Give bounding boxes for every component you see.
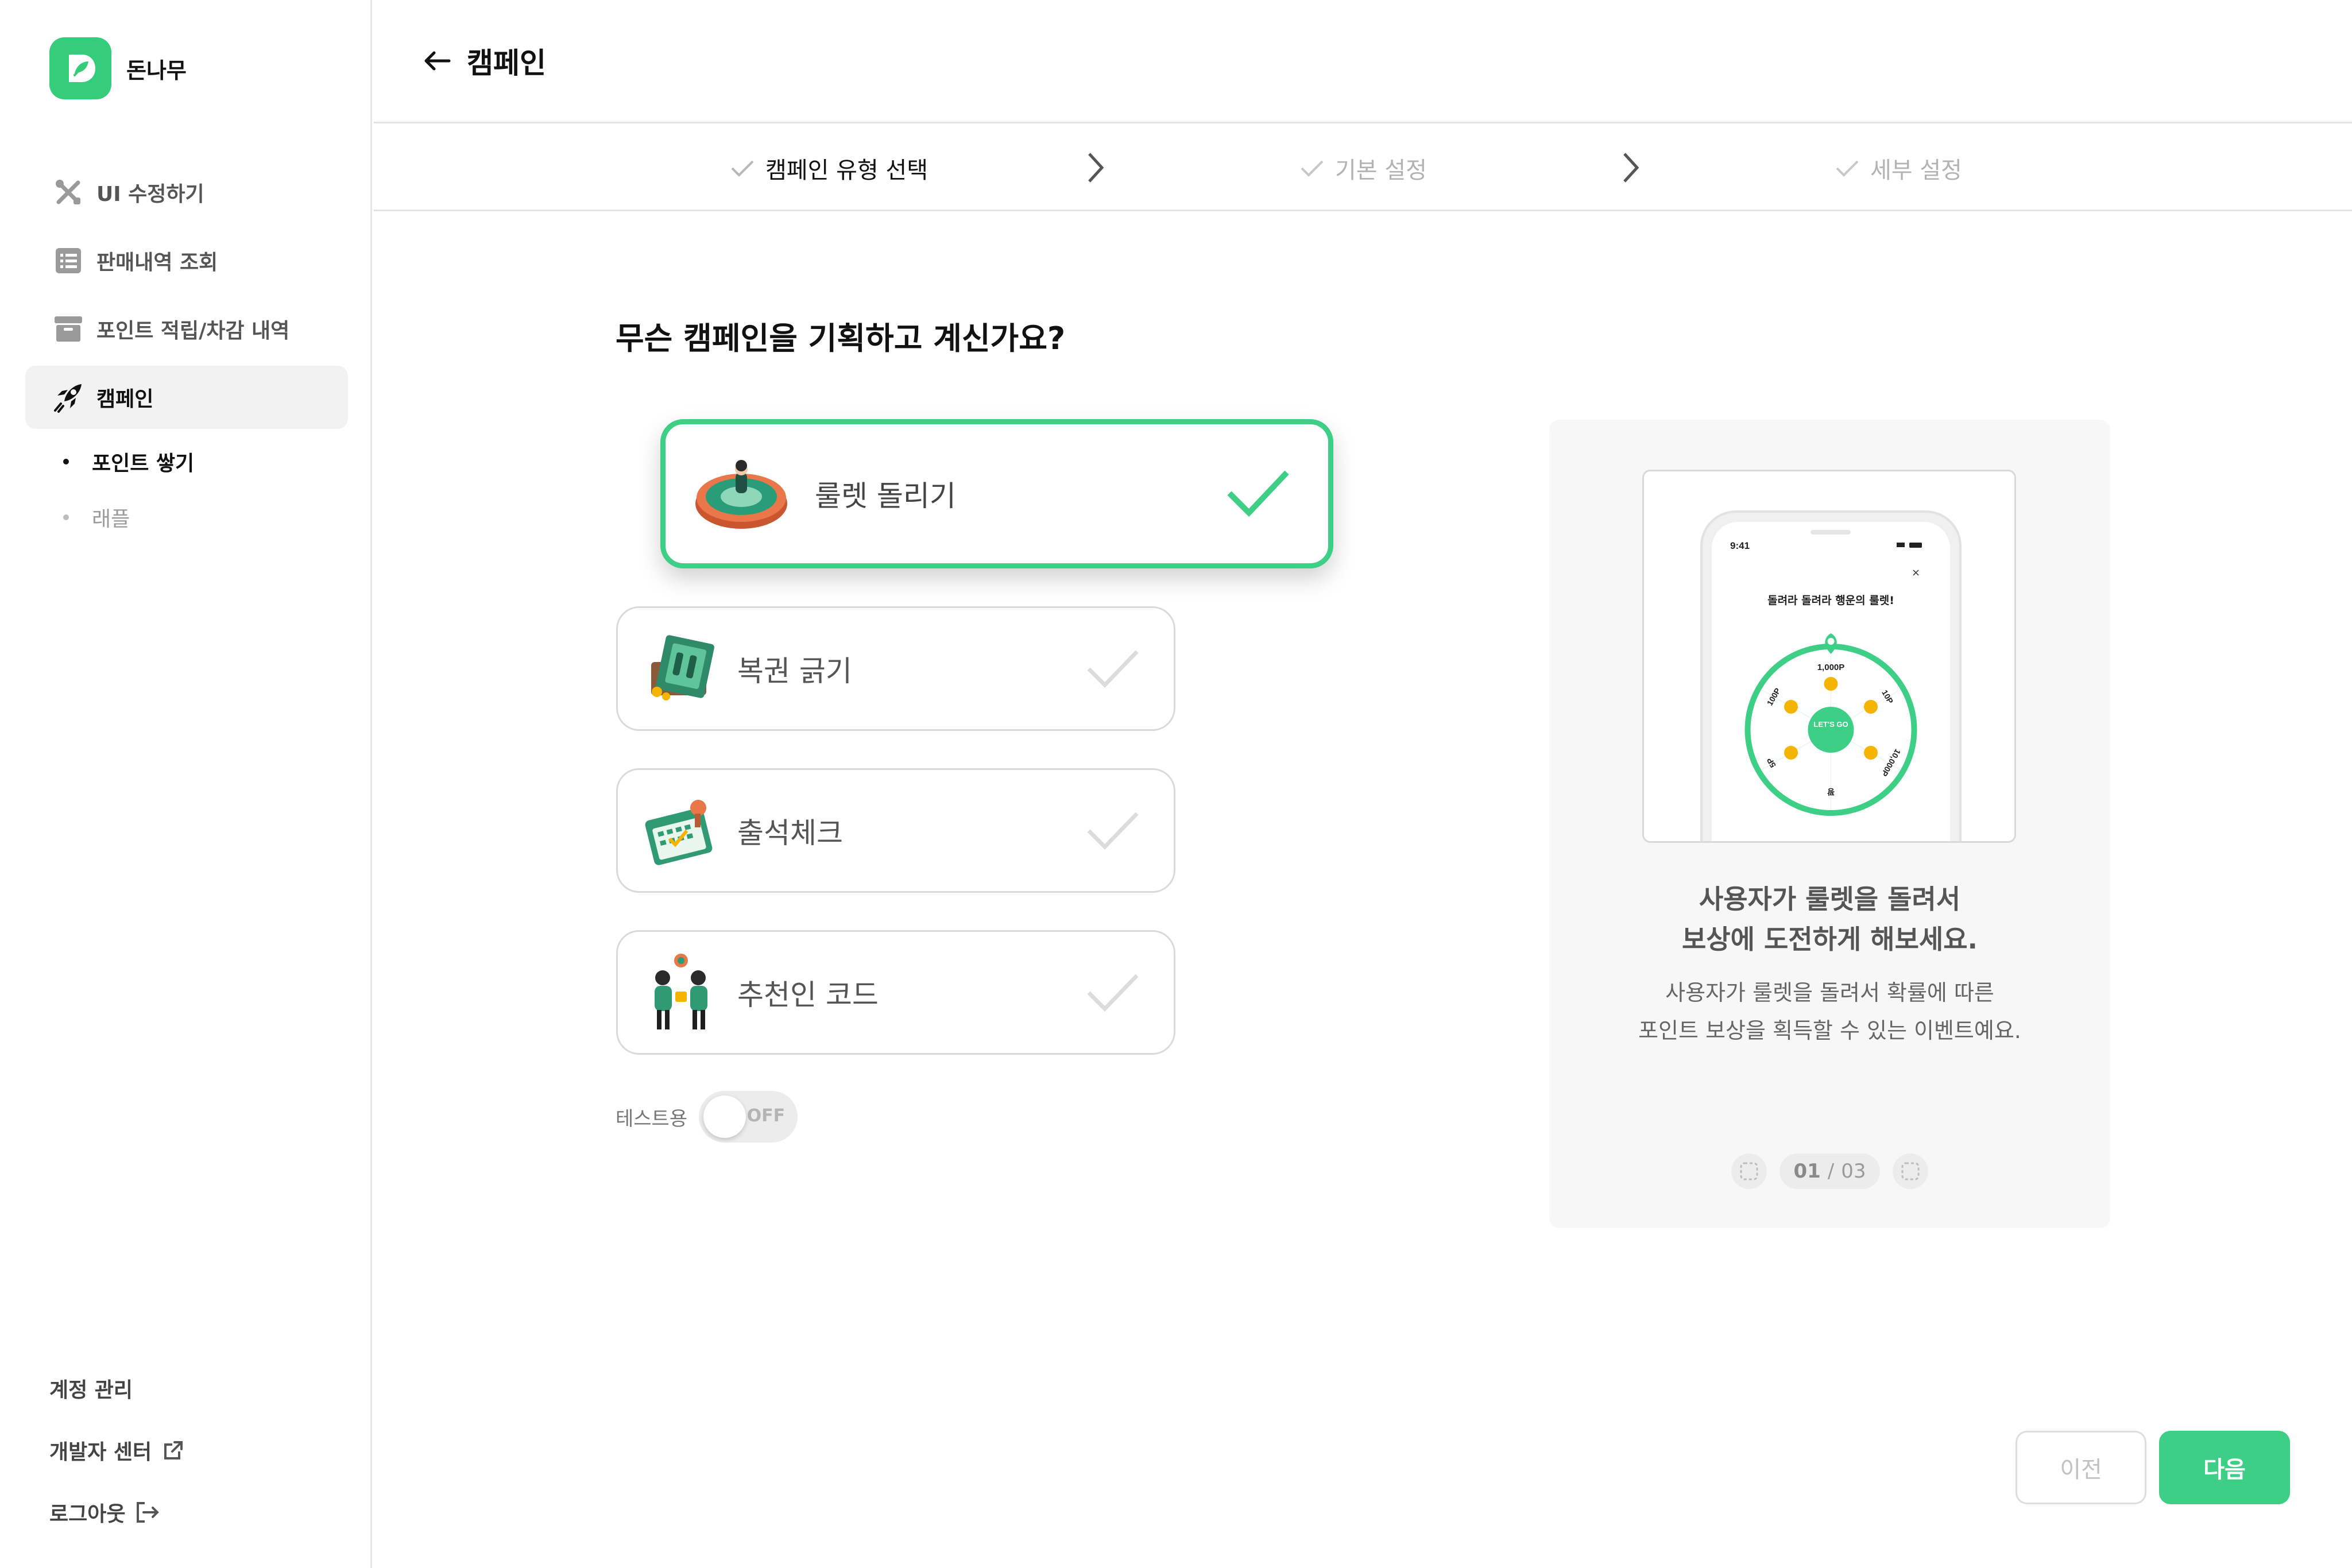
option-attendance[interactable]: 출석체크 [616,768,1175,893]
pager-current: 01 [1793,1160,1821,1183]
option-label: 룰렛 돌리기 [815,479,956,513]
sidebar-item-ui-edit[interactable]: UI 수정하기 [25,161,348,224]
segment-label: 1,000P [1817,663,1845,672]
logout-icon [137,1502,160,1523]
toggle-state: OFF [746,1106,786,1126]
check-icon [1836,160,1859,177]
preview-pager: 01 / 03 [1549,1153,2110,1189]
page-title: 캠페인 [467,47,546,80]
chevron-right-icon [1623,153,1639,183]
account-settings-label: 계정 관리 [49,1379,133,1402]
option-lottery[interactable]: 복권 긁기 [616,606,1175,731]
page-header: 캠페인 [374,0,2352,123]
next-button[interactable]: 다음 [2159,1431,2290,1504]
pager-next-icon [1901,1162,1920,1180]
preview-description-line: 사용자가 룰렛을 돌려서 확률에 따른 [1665,980,1994,1005]
sidebar: 돈나무 UI 수정하기 판매내역 조회 포인트 적립/차감 내역 캠페인 포인트… [0,0,372,1568]
sidebar-subitem-point-stack[interactable]: 포인트 쌓기 [63,447,194,477]
step-basic-settings: 기본 설정 [1299,125,1427,211]
step-label: 세부 설정 [1870,157,1962,184]
brand-logo-icon [49,37,111,99]
phone-title: 돌려라 돌려라 행운의 룰렛! [1767,594,1894,607]
check-selected-icon [1227,470,1289,517]
back-arrow-icon[interactable] [421,45,453,77]
bullet-dot [63,514,69,520]
sidebar-item-label: 포인트 적립/차감 내역 [96,319,290,343]
pager-prev-icon [1740,1162,1758,1180]
step-indicator: 캠페인 유형 선택 기본 설정 세부 설정 [374,125,2352,211]
pager-prev-button[interactable] [1731,1153,1767,1189]
sidebar-item-sales[interactable]: 판매내역 조회 [25,229,348,292]
tools-icon [53,177,84,208]
sidebar-subitem-raffle[interactable]: 래플 [63,502,130,532]
list-icon [53,245,84,276]
sidebar-item-campaign[interactable]: 캠페인 [25,366,348,429]
option-referral[interactable]: 추천인 코드 [616,930,1175,1055]
option-label: 출석체크 [737,816,843,850]
sidebar-subitem-label: 포인트 쌓기 [92,452,195,475]
developer-center-label: 개발자 센터 [49,1441,152,1464]
referral-illustration-icon [655,953,707,1029]
sidebar-item-label: 판매내역 조회 [96,251,218,274]
toggle-knob [703,1095,746,1138]
check-icon [1087,812,1139,850]
option-label: 추천인 코드 [737,978,879,1012]
option-roulette[interactable]: 룰렛 돌리기 [660,419,1333,568]
lets-go-label: LET'S GO [1813,720,1848,729]
prev-button[interactable]: 이전 [2016,1431,2146,1504]
sidebar-subitem-label: 래플 [92,508,130,531]
campaign-preview-panel: 9:41 × 돌려라 돌려라 행운의 룰렛! LET'S GO 1,000P 1… [1549,420,2110,1228]
test-mode-toggle[interactable]: OFF [699,1091,798,1143]
sidebar-item-label: 캠페인 [96,388,154,411]
sidebar-item-points[interactable]: 포인트 적립/차감 내역 [25,297,348,361]
logout-link[interactable]: 로그아웃 [49,1497,160,1527]
check-icon [731,160,754,177]
preview-headline-line: 보상에 도전하게 해보세요. [1681,924,1978,955]
pager-next-button[interactable] [1892,1153,1928,1189]
check-icon [1301,160,1324,177]
sidebar-item-label: UI 수정하기 [96,183,204,206]
phone-preview-image: 9:41 × 돌려라 돌려라 행운의 룰렛! LET'S GO 1,000P 1… [1642,470,2016,843]
lottery-illustration-icon [651,634,714,700]
preview-headline: 사용자가 룰렛을 돌려서 보상에 도전하게 해보세요. [1549,879,2110,959]
chevron-right-icon [1088,153,1104,183]
account-settings-link[interactable]: 계정 관리 [49,1373,133,1403]
test-mode-label: 테스트용 [616,1107,688,1130]
check-icon [1087,650,1139,688]
test-mode-toggle-row: 테스트용 OFF [616,1091,798,1143]
phone-time: 9:41 [1730,540,1750,551]
roulette-illustration-icon [695,460,787,529]
bullet-dot [63,459,69,464]
brand-name: 돈나무 [126,57,187,83]
step-detail-settings: 세부 설정 [1835,125,1962,211]
developer-center-link[interactable]: 개발자 센터 [49,1435,185,1465]
archive-icon [53,313,84,344]
pager-separator: / [1827,1160,1835,1183]
step-campaign-type: 캠페인 유형 선택 [730,125,928,211]
preview-headline-line: 사용자가 룰렛을 돌려서 [1699,884,1961,915]
step-label: 기본 설정 [1335,157,1427,184]
preview-description-line: 포인트 보상을 획득할 수 있는 이벤트예요. [1638,1018,2021,1043]
campaign-question: 무슨 캠페인을 기획하고 계신가요? [616,320,1066,357]
option-label: 복권 긁기 [737,654,852,688]
external-link-icon [164,1441,183,1459]
close-icon: × [1912,567,1920,579]
pager-counter: 01 / 03 [1780,1153,1880,1189]
segment-label: 꽝 [1827,787,1835,796]
pager-total: 03 [1841,1160,1866,1183]
step-label: 캠페인 유형 선택 [765,157,929,184]
check-icon [1087,974,1139,1012]
brand[interactable]: 돈나무 [49,37,187,99]
logout-label: 로그아웃 [49,1503,126,1526]
calendar-illustration-icon [645,799,713,865]
preview-description: 사용자가 룰렛을 돌려서 확률에 따른 포인트 보상을 획득할 수 있는 이벤트… [1549,974,2110,1050]
rocket-icon [53,382,84,413]
phone-mockup: 9:41 × 돌려라 돌려라 행운의 룰렛! LET'S GO 1,000P 1… [1700,510,1962,841]
